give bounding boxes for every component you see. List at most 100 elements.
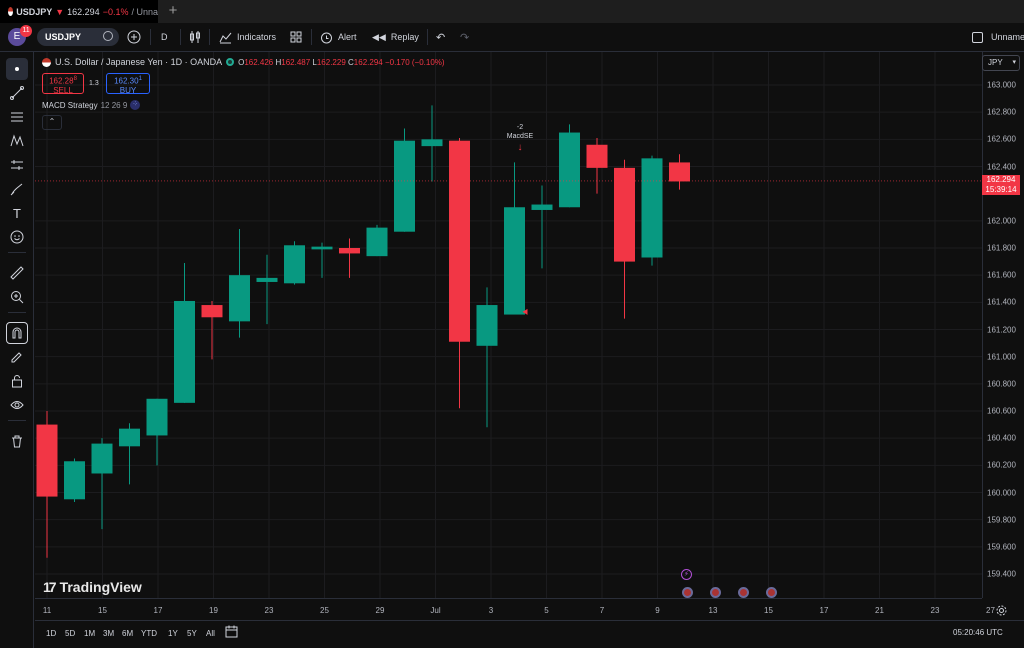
chart-type-button[interactable] (189, 23, 201, 51)
indicators-icon (219, 32, 232, 43)
economic-event-icon[interactable] (738, 587, 749, 598)
hide-drawings-button[interactable] (6, 394, 28, 416)
price-scale-label: 160.800 (987, 379, 1016, 389)
remove-drawings-button[interactable] (6, 430, 28, 452)
time-scale[interactable]: 11 15 17 19 23 25 29 Jul 3 5 7 9 13 15 17 21 23 27 ⚡ (35, 569, 995, 620)
open-value: 162.426 (244, 57, 274, 67)
signal-name: MacdSE (506, 133, 534, 140)
fib-tool[interactable] (6, 106, 28, 128)
add-circle-icon (127, 30, 141, 44)
brush-tool[interactable] (6, 178, 28, 200)
economic-event-icon[interactable] (710, 587, 721, 598)
undo-icon: ↶ (436, 31, 446, 44)
strategy-legend[interactable]: MACD Strategy 12 26 9 ⁘ (42, 100, 141, 110)
alert-button[interactable]: Alert (320, 23, 357, 51)
price-scale-label: 161.400 (987, 297, 1016, 307)
candle-body (394, 140, 415, 232)
indicators-label: Indicators (237, 32, 277, 42)
undo-button[interactable]: ↶ (436, 23, 445, 51)
pattern-icon (10, 134, 24, 147)
redo-button[interactable]: ↷ (460, 23, 469, 51)
sell-price-sup: 8 (73, 76, 77, 82)
range-button-ytd[interactable]: YTD (141, 629, 157, 638)
price-scale-label: 159.600 (987, 542, 1016, 552)
tv-logo-icon: 17 (43, 579, 57, 595)
candle-body (146, 398, 168, 436)
range-button-5d[interactable]: 5D (65, 629, 75, 638)
bar-countdown: 15:39:14 (985, 185, 1017, 194)
measure-tool[interactable] (6, 262, 28, 284)
time-scale-label: 21 (875, 606, 884, 615)
collapse-legend-button[interactable]: ⌃ (42, 115, 62, 130)
tradingview-logo[interactable]: 17 TradingView (43, 579, 142, 595)
dividend-event-icon[interactable]: ⚡ (681, 569, 692, 580)
range-button-1y[interactable]: 1Y (168, 629, 178, 638)
currency-select[interactable]: JPY ▾ (982, 55, 1020, 71)
brush-icon (10, 183, 23, 196)
symbol-label: USDJPY (45, 32, 82, 42)
cursor-tool[interactable] (6, 58, 28, 80)
replay-button[interactable]: ◀◀ Replay (372, 23, 419, 51)
high-value: 162.487 (281, 57, 311, 67)
range-button-5y[interactable]: 5Y (187, 629, 197, 638)
price-scale-label: 161.600 (987, 270, 1016, 280)
range-button-6m[interactable]: 6M (122, 629, 133, 638)
price-scale-label: 159.400 (987, 569, 1016, 579)
candle-body (339, 248, 360, 254)
range-button-3m[interactable]: 3M (103, 629, 114, 638)
lock-drawings-button[interactable] (6, 370, 28, 392)
browser-tab[interactable]: USDJPY ▼ 162.294 −0.1% / Unna (0, 0, 158, 23)
price-scale-label: 162.600 (987, 134, 1016, 144)
time-scale-label: 27 (986, 606, 995, 615)
time-scale-label: 17 (819, 606, 829, 615)
utc-clock[interactable]: 05:20:46 UTC (953, 628, 1003, 637)
price-scale[interactable]: 163.000 162.800 162.600 162.400 162.000 161.8… (982, 52, 1024, 598)
candle-body (64, 461, 85, 500)
candles-icon (190, 31, 200, 43)
forecast-tool[interactable] (6, 154, 28, 176)
candle-body (229, 275, 250, 322)
toolbar-divider (427, 29, 428, 45)
chart-settings-button[interactable] (996, 603, 1007, 621)
strategy-settings-icon: ⁘ (130, 100, 141, 110)
magnet-mode-button[interactable] (6, 322, 28, 344)
buy-button[interactable]: 162.301 BUY (106, 73, 150, 95)
sell-button[interactable]: 162.288 SELL (42, 73, 84, 95)
trend-line-tool[interactable] (6, 82, 28, 104)
range-button-1m[interactable]: 1M (84, 629, 95, 638)
icon-tool[interactable] (6, 226, 28, 248)
time-scale-label: 29 (375, 606, 385, 615)
interval-button[interactable]: D (161, 23, 168, 51)
economic-event-icon[interactable] (682, 587, 693, 598)
time-scale-label: 17 (153, 606, 163, 615)
stay-in-drawing-button[interactable] (6, 346, 28, 368)
pattern-tool[interactable] (6, 130, 28, 152)
zoom-tool[interactable] (6, 286, 28, 308)
time-scale-label: 25 (320, 606, 329, 615)
flag-icon (8, 7, 14, 16)
layout-name-button[interactable]: Unname (972, 23, 1024, 51)
range-button-1d[interactable]: 1D (46, 629, 56, 638)
text-tool[interactable]: T (6, 202, 28, 224)
candle-body (641, 158, 663, 258)
date-range-button[interactable] (225, 625, 238, 643)
range-button-all[interactable]: All (206, 629, 215, 638)
redo-icon: ↷ (460, 31, 470, 44)
templates-button[interactable] (290, 23, 302, 51)
flag-icon (42, 57, 51, 67)
legend-title: U.S. Dollar / Japanese Yen · 1D · OANDA (55, 57, 223, 67)
time-scale-label: Jul (430, 606, 441, 615)
price-scale-label: 159.800 (987, 515, 1016, 525)
price-scale-label: 160.400 (987, 433, 1016, 443)
chevron-up-icon: ⌃ (48, 117, 56, 126)
drawing-toolbar: T (0, 52, 34, 648)
symbol-search-button[interactable]: USDJPY (37, 28, 119, 46)
new-tab-button[interactable]: + (164, 2, 182, 20)
alert-label: Alert (338, 32, 357, 42)
indicators-button[interactable]: Indicators (219, 23, 276, 51)
economic-event-icon[interactable] (766, 587, 777, 598)
toolbar-divider (209, 29, 210, 45)
calendar-icon (225, 625, 238, 638)
compare-button[interactable] (127, 23, 141, 51)
toolbar-divider (150, 29, 151, 45)
